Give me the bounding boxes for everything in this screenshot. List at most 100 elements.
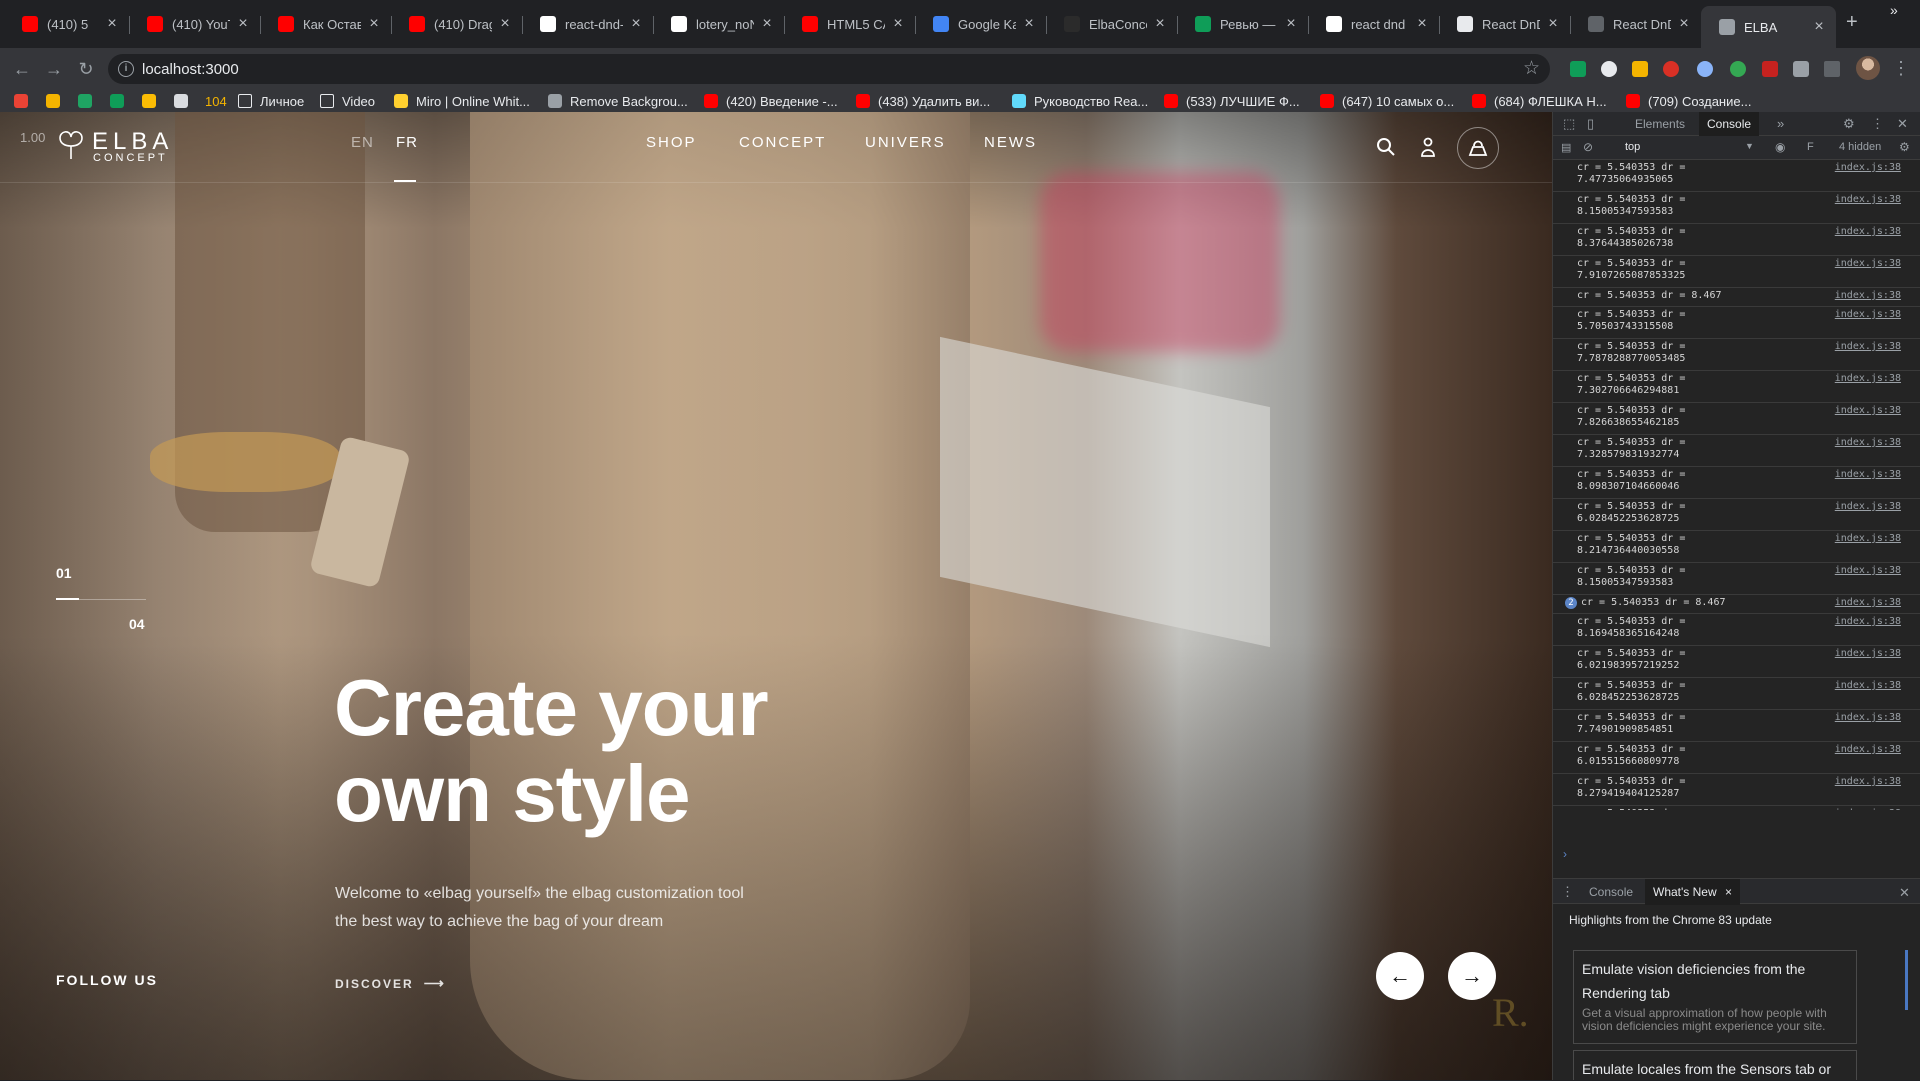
clear-console-icon[interactable]: ⊘ bbox=[1583, 140, 1593, 154]
log-source-link[interactable]: index.js:38 bbox=[1835, 744, 1901, 755]
browser-tab[interactable]: react dnd - × bbox=[1308, 8, 1439, 40]
browser-tab[interactable]: HTML5 CAN × bbox=[784, 8, 915, 40]
browser-tab[interactable]: (410) 5 × bbox=[4, 8, 129, 40]
drawer-tab-console[interactable]: Console bbox=[1581, 879, 1641, 905]
extension-icon[interactable] bbox=[1570, 61, 1586, 77]
log-source-link[interactable]: index.js:38 bbox=[1835, 616, 1901, 627]
close-icon[interactable]: × bbox=[1415, 15, 1429, 33]
close-icon[interactable]: × bbox=[105, 15, 119, 33]
nav-concept[interactable]: CONCEPT bbox=[739, 134, 826, 151]
bookmark-item[interactable] bbox=[110, 92, 124, 110]
browser-tab[interactable]: React DnD × bbox=[1439, 8, 1570, 40]
close-icon[interactable]: × bbox=[1022, 15, 1036, 33]
log-source-link[interactable]: index.js:38 bbox=[1835, 309, 1901, 320]
console-settings-icon[interactable]: ⚙ bbox=[1899, 140, 1910, 154]
device-toggle-icon[interactable]: ▯ bbox=[1587, 116, 1594, 132]
extension-icon[interactable] bbox=[1697, 61, 1713, 77]
log-source-link[interactable]: index.js:38 bbox=[1835, 501, 1901, 512]
close-icon[interactable]: ✕ bbox=[1897, 116, 1908, 132]
browser-tab[interactable]: ElbaConce × bbox=[1046, 8, 1177, 40]
bookmark-item[interactable] bbox=[78, 92, 92, 110]
lang-en-link[interactable]: EN bbox=[351, 134, 374, 151]
nav-news[interactable]: NEWS bbox=[984, 134, 1037, 151]
console-prompt[interactable]: › bbox=[1563, 847, 1567, 861]
browser-tab[interactable]: (410) Drag × bbox=[391, 8, 522, 40]
browser-tab[interactable]: (410) YouTube × bbox=[129, 8, 260, 40]
bookmark-item[interactable]: Личное bbox=[238, 92, 304, 110]
whats-new-card[interactable]: Emulate locales from the Sensors tab or bbox=[1573, 1050, 1857, 1080]
browser-tab[interactable]: lotery_noN × bbox=[653, 8, 784, 40]
chevron-down-icon[interactable]: ▼ bbox=[1745, 141, 1754, 151]
browser-tab[interactable]: Как Оставаться × bbox=[260, 8, 391, 40]
browser-tab[interactable]: React DnD × bbox=[1570, 8, 1701, 40]
browser-tab[interactable]: Ревью — в × bbox=[1177, 8, 1308, 40]
bookmark-item[interactable] bbox=[46, 92, 60, 110]
tab-console[interactable]: Console bbox=[1699, 112, 1760, 136]
lang-fr-link[interactable]: FR bbox=[396, 134, 418, 151]
bookmark-star-icon[interactable]: ☆ bbox=[1523, 57, 1540, 80]
kebab-icon[interactable]: ⋮ bbox=[1871, 116, 1884, 132]
bookmark-item[interactable]: (420) Введение -... bbox=[704, 92, 838, 110]
eye-icon[interactable]: ◉ bbox=[1775, 140, 1785, 154]
cart-button[interactable] bbox=[1457, 127, 1499, 169]
prev-slide-button[interactable]: ← bbox=[1376, 952, 1424, 1000]
media-icon[interactable] bbox=[1824, 61, 1840, 77]
extension-icon[interactable] bbox=[1632, 61, 1648, 77]
bookmark-item[interactable] bbox=[174, 92, 188, 110]
forward-button[interactable]: → bbox=[42, 57, 66, 81]
bookmarks-overflow-icon[interactable]: » bbox=[1890, 2, 1898, 18]
close-icon[interactable]: × bbox=[367, 15, 381, 33]
shield-extension-icon[interactable] bbox=[1663, 61, 1679, 77]
close-icon[interactable]: × bbox=[1725, 885, 1732, 899]
log-source-link[interactable]: index.js:38 bbox=[1835, 290, 1901, 301]
new-tab-button[interactable]: + bbox=[1846, 11, 1858, 34]
bookmark-item[interactable] bbox=[14, 92, 28, 110]
close-icon[interactable]: × bbox=[760, 15, 774, 33]
bookmark-item[interactable]: Remove Backgrou... bbox=[548, 92, 688, 110]
address-bar[interactable]: i localhost:3000 ☆ bbox=[108, 54, 1550, 84]
browser-menu-icon[interactable]: ⋮ bbox=[1892, 58, 1910, 79]
browser-tab[interactable]: ELBA × bbox=[1701, 6, 1836, 48]
extension-icon[interactable] bbox=[1601, 61, 1617, 77]
log-source-link[interactable]: index.js:38 bbox=[1835, 405, 1901, 416]
url-text[interactable]: localhost:3000 bbox=[142, 61, 239, 78]
log-source-link[interactable]: index.js:38 bbox=[1835, 341, 1901, 352]
extension-icon[interactable] bbox=[1730, 61, 1746, 77]
whats-new-card[interactable]: Emulate vision deficiencies from the Ren… bbox=[1573, 950, 1857, 1044]
log-source-link[interactable]: index.js:38 bbox=[1835, 597, 1901, 608]
bookmark-item[interactable]: Video bbox=[320, 92, 375, 110]
bookmark-item[interactable]: (684) ФЛЕШКА Н... bbox=[1472, 92, 1607, 110]
search-icon[interactable] bbox=[1375, 136, 1397, 158]
bookmark-item[interactable]: Руководство Rea... bbox=[1012, 92, 1148, 110]
tab-elements[interactable]: Elements bbox=[1627, 112, 1693, 136]
log-source-link[interactable]: index.js:38 bbox=[1835, 712, 1901, 723]
nav-shop[interactable]: SHOP bbox=[646, 134, 697, 151]
back-button[interactable]: ← bbox=[10, 57, 34, 81]
close-icon[interactable]: × bbox=[1546, 15, 1560, 33]
log-source-link[interactable]: index.js:38 bbox=[1835, 226, 1901, 237]
nav-univers[interactable]: UNIVERS bbox=[865, 134, 946, 151]
log-source-link[interactable]: index.js:38 bbox=[1835, 194, 1901, 205]
sidebar-toggle-icon[interactable]: ▤ bbox=[1561, 141, 1571, 154]
close-icon[interactable]: × bbox=[629, 15, 643, 33]
drawer-scrollbar[interactable] bbox=[1905, 950, 1908, 1010]
bookmark-item[interactable]: (533) ЛУЧШИЕ Ф... bbox=[1164, 92, 1300, 110]
bookmark-item[interactable] bbox=[142, 92, 156, 110]
log-source-link[interactable]: index.js:38 bbox=[1835, 565, 1901, 576]
inspect-icon[interactable]: ⬚ bbox=[1563, 116, 1575, 132]
site-info-icon[interactable]: i bbox=[118, 61, 134, 77]
close-drawer-icon[interactable]: ✕ bbox=[1899, 885, 1910, 901]
context-selector[interactable]: top bbox=[1625, 141, 1640, 153]
close-icon[interactable]: × bbox=[891, 15, 905, 33]
profile-avatar[interactable] bbox=[1856, 56, 1880, 80]
next-slide-button[interactable]: → bbox=[1448, 952, 1496, 1000]
log-source-link[interactable]: index.js:38 bbox=[1835, 258, 1901, 269]
reload-button[interactable]: ↻ bbox=[74, 57, 98, 81]
close-icon[interactable]: × bbox=[1284, 15, 1298, 33]
close-icon[interactable]: × bbox=[498, 15, 512, 33]
log-source-link[interactable]: index.js:38 bbox=[1835, 808, 1901, 810]
close-icon[interactable]: × bbox=[1677, 15, 1691, 33]
follow-us-label[interactable]: FOLLOW US bbox=[56, 972, 158, 988]
log-source-link[interactable]: index.js:38 bbox=[1835, 680, 1901, 691]
log-source-link[interactable]: index.js:38 bbox=[1835, 469, 1901, 480]
